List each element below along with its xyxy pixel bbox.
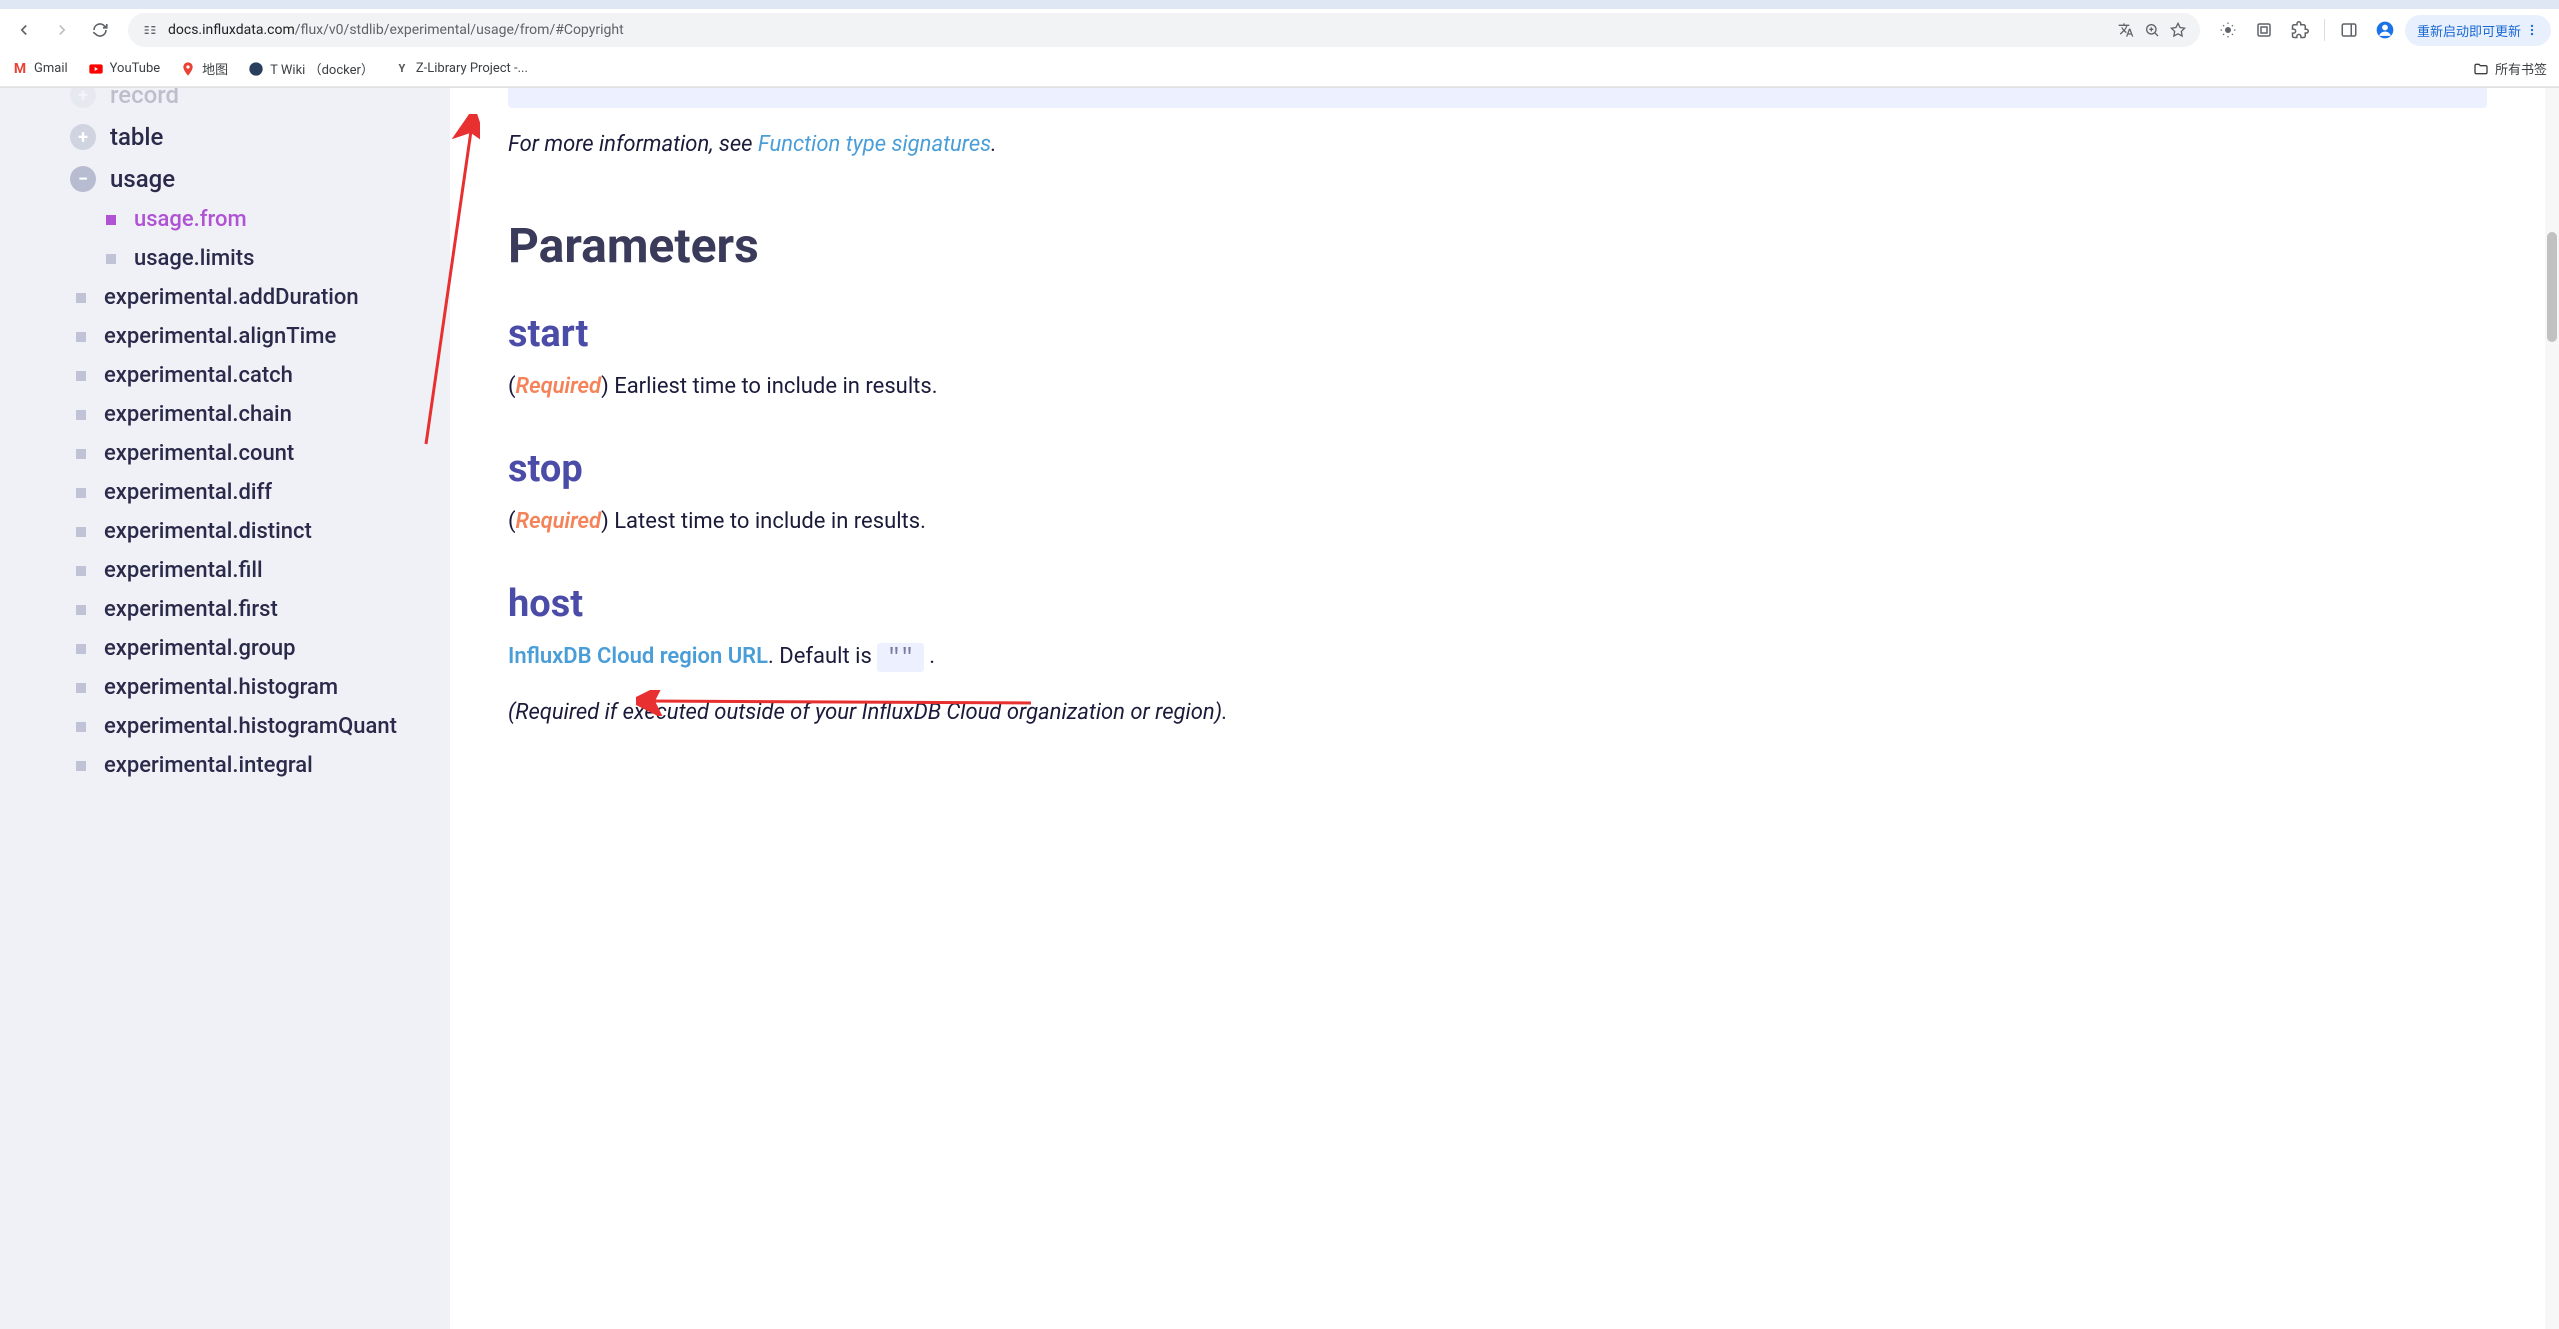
address-bar[interactable]: docs.influxdata.com/flux/v0/stdlib/exper… xyxy=(128,13,2200,47)
bullet-icon xyxy=(76,644,86,654)
param-stop-desc: (Required) Latest time to include in res… xyxy=(508,509,2487,534)
scrollbar-track[interactable] xyxy=(2545,88,2559,1329)
main-content: For more information, see Function type … xyxy=(450,88,2547,1329)
reload-button[interactable] xyxy=(84,14,116,46)
twiki-icon xyxy=(248,61,264,77)
info-note: For more information, see Function type … xyxy=(508,132,2487,157)
sidebar-item-experimental[interactable]: experimental.chain xyxy=(70,395,430,434)
bullet-icon xyxy=(76,293,86,303)
sidebar-item-table[interactable]: table xyxy=(70,116,430,158)
bullet-icon xyxy=(106,254,116,264)
youtube-icon xyxy=(88,61,104,77)
bookmark-youtube[interactable]: YouTube xyxy=(88,61,161,77)
param-host-heading: host xyxy=(508,582,2487,626)
sidebar-item-experimental[interactable]: experimental.integral xyxy=(70,746,430,785)
default-value-code: "" xyxy=(877,643,923,672)
zlib-icon: Y xyxy=(394,61,410,77)
sidebar-item-experimental[interactable]: experimental.distinct xyxy=(70,512,430,551)
collapse-icon xyxy=(70,166,96,192)
browser-toolbar: docs.influxdata.com/flux/v0/stdlib/exper… xyxy=(0,9,2559,51)
bookmark-star-icon[interactable] xyxy=(2170,22,2186,38)
tab-strip xyxy=(0,0,2559,9)
sidebar-item-experimental[interactable]: experimental.histogramQuant xyxy=(70,707,430,746)
sidebar-item-experimental[interactable]: experimental.addDuration xyxy=(70,278,430,317)
bookmark-maps[interactable]: 地图 xyxy=(180,59,228,78)
bullet-icon xyxy=(76,722,86,732)
maps-icon xyxy=(180,61,196,77)
bullet-icon xyxy=(76,488,86,498)
sidebar-item-experimental[interactable]: experimental.catch xyxy=(70,356,430,395)
separator xyxy=(2324,19,2325,41)
site-settings-icon[interactable] xyxy=(142,22,158,38)
param-host-note: (Required if executed outside of your In… xyxy=(508,700,2487,725)
zoom-icon[interactable] xyxy=(2144,22,2160,38)
param-start-heading: start xyxy=(508,312,2487,356)
sidebar-item-experimental[interactable]: experimental.diff xyxy=(70,473,430,512)
code-block-edge xyxy=(508,88,2487,108)
bullet-icon xyxy=(76,410,86,420)
url-text: docs.influxdata.com/flux/v0/stdlib/exper… xyxy=(168,22,2108,38)
gmail-icon: M xyxy=(12,61,28,77)
expand-icon xyxy=(70,88,96,108)
param-start-desc: (Required) Earliest time to include in r… xyxy=(508,374,2487,399)
sidebar-item-experimental[interactable]: experimental.count xyxy=(70,434,430,473)
bookmark-all[interactable]: 所有书签 xyxy=(2473,59,2547,78)
extension-icon-2[interactable] xyxy=(2248,14,2280,46)
scrollbar-thumb[interactable] xyxy=(2547,232,2557,342)
bullet-icon xyxy=(106,215,116,225)
extensions-icon[interactable] xyxy=(2284,14,2316,46)
bullet-icon xyxy=(76,527,86,537)
bullet-icon xyxy=(76,566,86,576)
update-button[interactable]: 重新启动即可更新 xyxy=(2405,15,2551,46)
sidebar-item-usage-limits[interactable]: usage.limits xyxy=(100,239,430,278)
bookmark-gmail[interactable]: M Gmail xyxy=(12,61,68,77)
sidepanel-icon[interactable] xyxy=(2333,14,2365,46)
translate-icon[interactable] xyxy=(2118,22,2134,38)
extension-icon-1[interactable] xyxy=(2212,14,2244,46)
profile-icon[interactable] xyxy=(2369,14,2401,46)
bullet-icon xyxy=(76,332,86,342)
parameters-heading: Parameters xyxy=(508,217,2487,274)
bullet-icon xyxy=(76,449,86,459)
bullet-icon xyxy=(76,683,86,693)
bullet-icon xyxy=(76,605,86,615)
bookmarks-bar: M Gmail YouTube 地图 T Wiki （docker） Y Z-L… xyxy=(0,51,2559,87)
sidebar-nav: record table usage usage.from usage.limi… xyxy=(0,88,450,1329)
expand-icon xyxy=(70,124,96,150)
sidebar-item-experimental[interactable]: experimental.first xyxy=(70,590,430,629)
param-stop-heading: stop xyxy=(508,447,2487,491)
influxdb-region-link[interactable]: InfluxDB Cloud region URL xyxy=(508,644,768,669)
sidebar-item-experimental[interactable]: experimental.histogram xyxy=(70,668,430,707)
sidebar-item-usage-from[interactable]: usage.from xyxy=(100,200,430,239)
sidebar-item-usage[interactable]: usage xyxy=(70,158,430,200)
bullet-icon xyxy=(76,371,86,381)
page-content: record table usage usage.from usage.limi… xyxy=(0,88,2559,1329)
bullet-icon xyxy=(76,761,86,771)
bookmark-twiki[interactable]: T Wiki （docker） xyxy=(248,59,374,78)
bookmark-zlib[interactable]: Y Z-Library Project -... xyxy=(394,61,528,77)
param-host-desc: InfluxDB Cloud region URL. Default is ""… xyxy=(508,644,2487,670)
sidebar-item-experimental[interactable]: experimental.group xyxy=(70,629,430,668)
sidebar-item-experimental[interactable]: experimental.alignTime xyxy=(70,317,430,356)
sidebar-item-experimental[interactable]: experimental.fill xyxy=(70,551,430,590)
back-button[interactable] xyxy=(8,14,40,46)
sidebar-item-record[interactable]: record xyxy=(70,88,430,116)
folder-icon xyxy=(2473,61,2489,77)
forward-button[interactable] xyxy=(46,14,78,46)
type-signatures-link[interactable]: Function type signatures xyxy=(758,132,991,157)
